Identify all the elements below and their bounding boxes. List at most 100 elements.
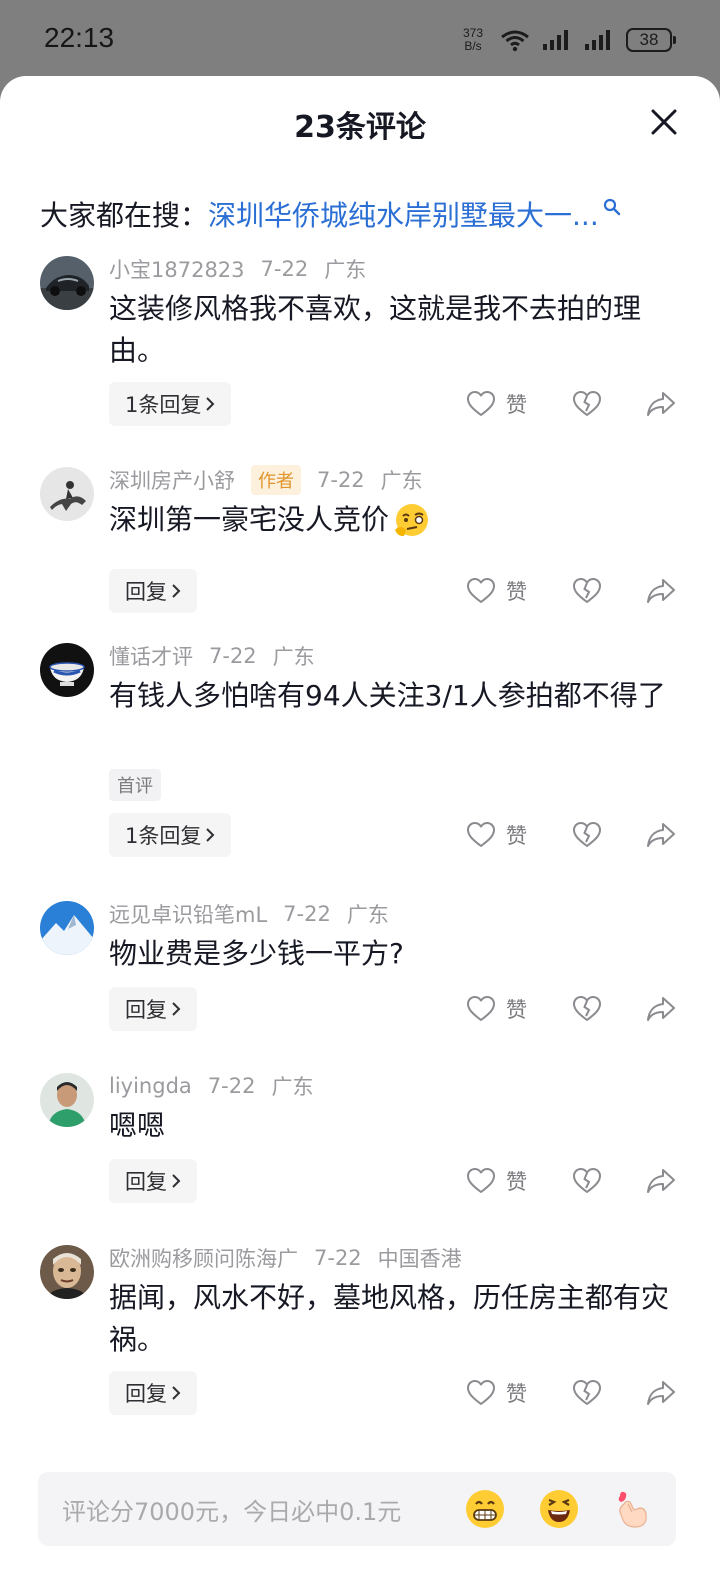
like-button[interactable]: 赞 (466, 569, 527, 613)
comment-text[interactable]: 据闻，风水不好，墓地风格，历任房主都有灾祸。 (109, 1277, 679, 1361)
search-prefix: 大家都在搜： (40, 199, 209, 232)
like-label: 赞 (506, 998, 527, 1022)
comment-date: 7-22 (260, 257, 309, 281)
comment-text[interactable]: 嗯嗯 (109, 1105, 679, 1147)
comment-actions: 赞 (466, 987, 678, 1031)
comment-region: 广东 (272, 645, 315, 669)
share-button[interactable] (646, 382, 676, 426)
comment-text[interactable]: 这装修风格我不喜欢，这就是我不去拍的理由。 (109, 288, 679, 372)
chevron-right-icon (172, 1386, 181, 1400)
dislike-button[interactable] (572, 382, 602, 426)
search-suggestion-link[interactable]: 深圳华侨城纯水岸别墅最大一... (208, 194, 599, 234)
broken-heart-icon (573, 578, 601, 603)
share-button[interactable] (646, 987, 676, 1031)
share-button[interactable] (646, 813, 676, 857)
grin-emoji-icon[interactable] (464, 1488, 506, 1530)
comment-sheet: 23条评论 大家都在搜： 深圳华侨城纯水岸别墅最大一... 小宝1872823 … (0, 76, 720, 1582)
comment-date: 7-22 (283, 902, 331, 926)
like-button[interactable]: 赞 (466, 813, 527, 857)
avatar[interactable] (40, 1073, 94, 1127)
reply-button[interactable]: 回复 (109, 569, 197, 613)
dislike-button[interactable] (572, 1371, 602, 1415)
like-button[interactable]: 赞 (466, 987, 527, 1031)
share-icon (647, 1169, 675, 1193)
broken-heart-icon (573, 1380, 601, 1405)
dislike-button[interactable] (572, 813, 602, 857)
avatar[interactable] (40, 256, 94, 310)
comment-meta: liyingda 7-22 广东 (109, 1071, 313, 1101)
share-icon (647, 1381, 675, 1405)
username[interactable]: 懂话才评 (109, 641, 193, 671)
like-button[interactable]: 赞 (466, 382, 527, 426)
share-button[interactable] (646, 1159, 676, 1203)
heart-icon (467, 1380, 495, 1405)
comment-actions: 赞 (466, 813, 678, 857)
broken-heart-icon (573, 1168, 601, 1193)
username[interactable]: 小宝1872823 (109, 254, 245, 284)
comment-text[interactable]: 有钱人多怕啥有94人关注3/1人参拍都不得了 (109, 675, 679, 717)
battery-indicator: 38 (626, 28, 676, 52)
close-icon[interactable] (646, 104, 682, 140)
wifi-icon (501, 30, 529, 52)
comment-input[interactable]: 评论分7000元，今日必中0.1元 (38, 1472, 676, 1546)
comment-text[interactable]: 物业费是多少钱一平方? (109, 933, 679, 975)
comment-region: 广东 (346, 903, 389, 927)
view-replies-button[interactable]: 1条回复 (109, 813, 232, 857)
reply-label: 1条回复 (125, 824, 202, 848)
reply-label: 回复 (125, 1382, 167, 1406)
dislike-button[interactable] (572, 569, 602, 613)
share-button[interactable] (646, 569, 676, 613)
search-icon[interactable] (603, 198, 621, 216)
network-speed: 373 B/s (462, 26, 484, 53)
reply-button[interactable]: 回复 (109, 1371, 197, 1415)
avatar[interactable] (40, 901, 94, 955)
username[interactable]: liyingda (109, 1074, 192, 1098)
status-time: 22:13 (44, 22, 115, 53)
like-button[interactable]: 赞 (466, 1159, 527, 1203)
laugh-emoji-icon[interactable] (538, 1488, 580, 1530)
comment-body[interactable]: 深圳第一豪宅没人竞价 (109, 499, 679, 541)
chevron-right-icon (172, 584, 181, 598)
like-label: 赞 (506, 824, 527, 848)
chevron-right-icon (172, 1002, 181, 1016)
dislike-button[interactable] (572, 987, 602, 1031)
comment-date: 7-22 (317, 468, 365, 492)
avatar[interactable] (40, 643, 94, 697)
comment-date: 7-22 (207, 1074, 256, 1098)
reply-button[interactable]: 回复 (109, 1159, 197, 1203)
signal-icon-2 (585, 30, 610, 50)
comment-date: 7-22 (209, 644, 257, 668)
like-label: 赞 (506, 1170, 527, 1194)
comment-region: 广东 (380, 469, 423, 493)
username[interactable]: 远见卓识铅笔mL (109, 899, 267, 929)
heart-icon (467, 578, 495, 603)
username[interactable]: 欧洲购移顾问陈海广 (109, 1243, 298, 1273)
reply-button[interactable]: 回复 (109, 987, 197, 1031)
comment-meta: 小宝1872823 7-22 广东 (109, 254, 366, 284)
avatar[interactable] (40, 467, 94, 521)
signal-icon-1 (543, 30, 568, 50)
broken-heart-icon (573, 822, 601, 847)
comment-region: 广东 (271, 1075, 314, 1099)
comment-text: 深圳第一豪宅没人竞价 (109, 503, 390, 536)
comment-actions: 赞 (466, 382, 678, 426)
view-replies-button[interactable]: 1条回复 (109, 382, 232, 426)
dislike-button[interactable] (572, 1159, 602, 1203)
heart-icon (467, 822, 495, 847)
heart-icon (467, 391, 495, 416)
heart-icon (467, 996, 495, 1021)
trending-search[interactable]: 大家都在搜： 深圳华侨城纯水岸别墅最大一... (40, 194, 670, 234)
reply-label: 回复 (125, 998, 167, 1022)
author-badge: 作者 (251, 465, 301, 495)
comment-region: 中国香港 (377, 1247, 462, 1271)
comment-input-placeholder: 评论分7000元，今日必中0.1元 (62, 1497, 402, 1526)
username[interactable]: 深圳房产小舒 (109, 465, 235, 495)
finger-heart-icon[interactable] (610, 1488, 652, 1530)
reply-label: 回复 (125, 580, 167, 604)
comment-date: 7-22 (314, 1246, 362, 1270)
like-button[interactable]: 赞 (466, 1371, 527, 1415)
share-button[interactable] (646, 1371, 676, 1415)
thinking-emoji-icon (395, 504, 429, 537)
avatar[interactable] (40, 1245, 94, 1299)
comment-meta: 远见卓识铅笔mL 7-22 广东 (109, 899, 389, 929)
